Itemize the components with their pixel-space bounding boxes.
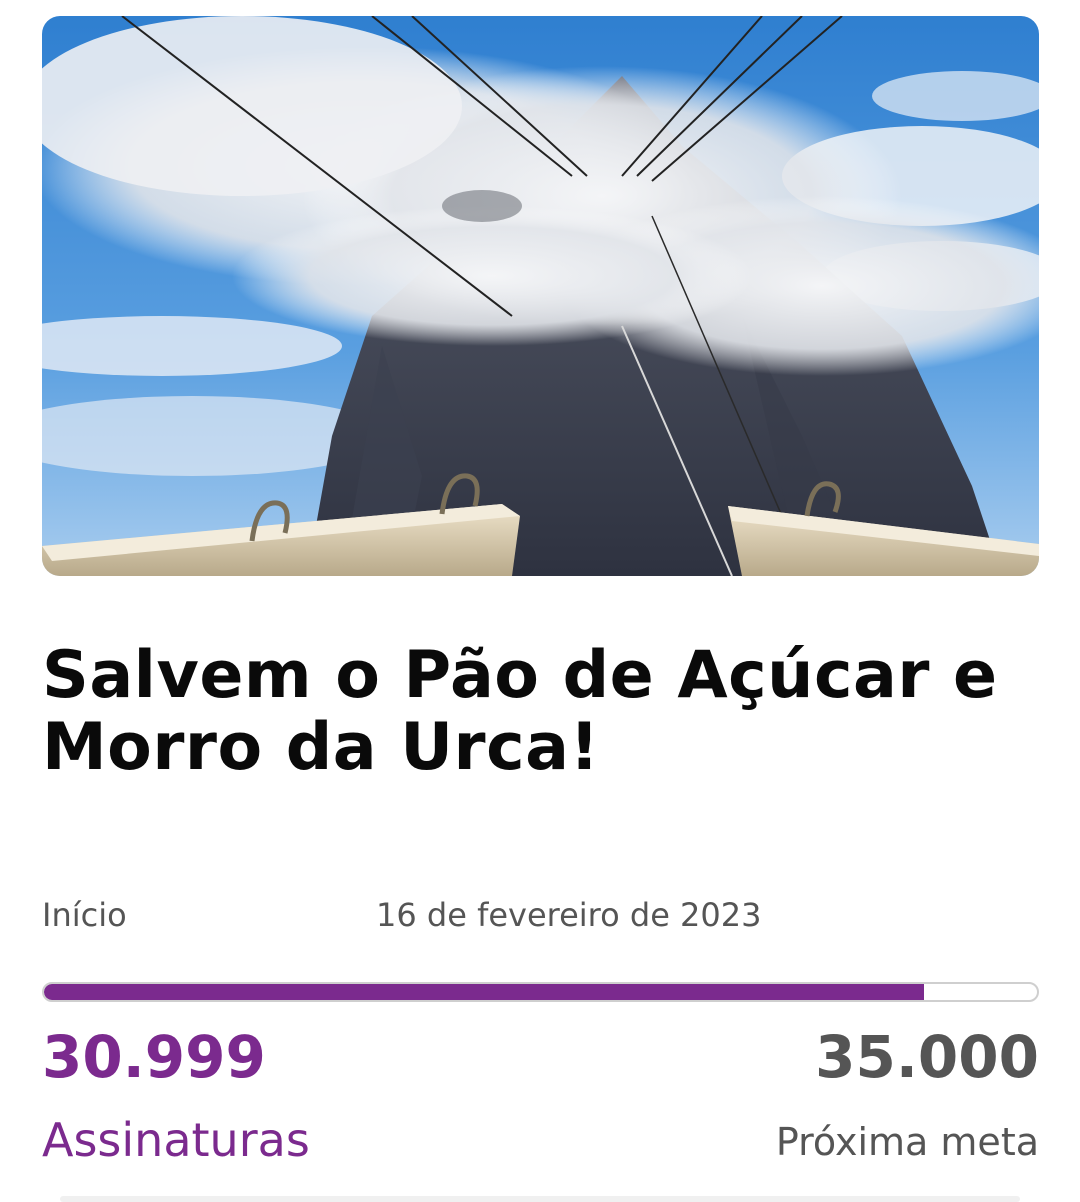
goal-count: 35.000	[815, 1023, 1039, 1091]
section-divider	[60, 1196, 1020, 1202]
signature-count-label: Assinaturas	[42, 1113, 310, 1167]
petition-title: Salvem o Pão de Açúcar e Morro da Urca!	[42, 638, 998, 785]
signature-progress-bar	[42, 982, 1039, 1002]
goal-label: Próxima meta	[775, 1120, 1039, 1164]
signature-progress-fill	[44, 984, 924, 1000]
start-label: Início	[42, 896, 127, 934]
sugarloaf-photo	[42, 16, 1039, 576]
petition-image[interactable]	[42, 16, 1039, 576]
start-date: 16 de fevereiro de 2023	[376, 896, 762, 934]
signature-count: 30.999	[42, 1023, 266, 1091]
